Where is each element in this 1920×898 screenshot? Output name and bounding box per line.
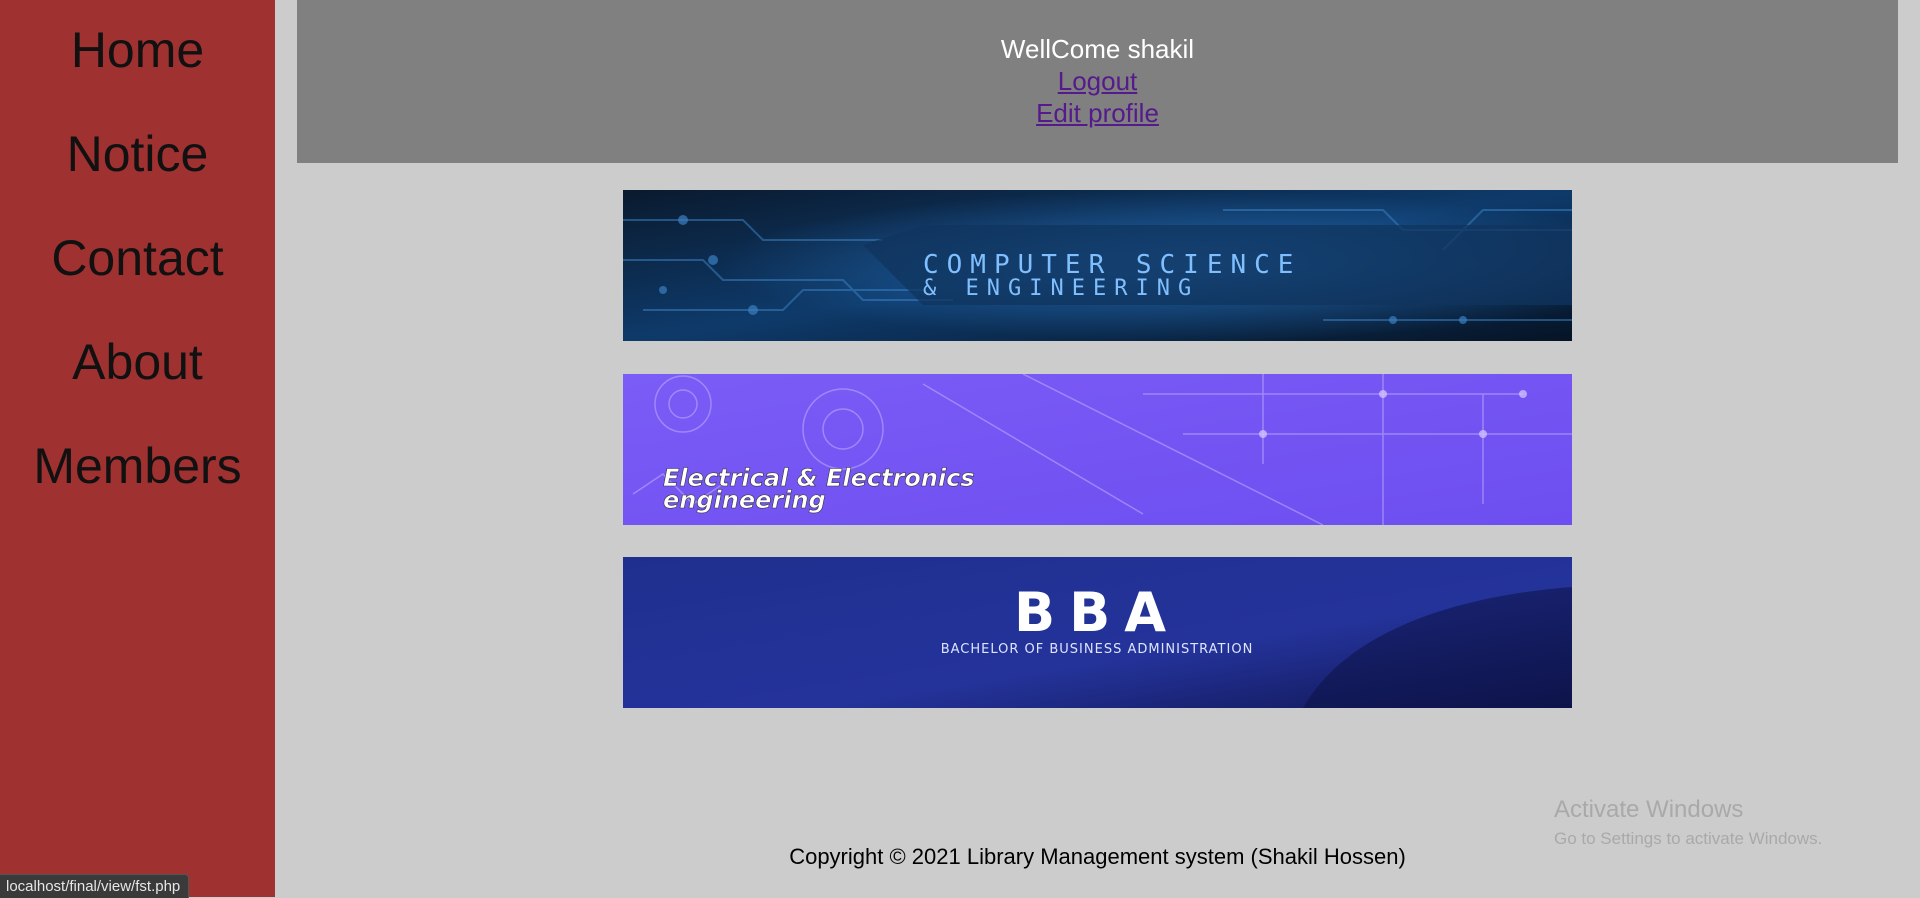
logout-link[interactable]: Logout bbox=[1058, 66, 1138, 96]
welcome-message: WellCome shakil bbox=[1000, 34, 1195, 64]
nav-members-link[interactable]: Members bbox=[0, 436, 275, 496]
edit-profile-link[interactable]: Edit profile bbox=[1036, 98, 1159, 128]
bba-banner-title: BBA bbox=[1014, 581, 1180, 644]
edit-profile-link-wrap: Edit profile bbox=[297, 97, 1898, 129]
footer-copyright: Copyright © 2021 Library Management syst… bbox=[789, 844, 1406, 869]
nav-contact-link[interactable]: Contact bbox=[0, 228, 275, 288]
eee-banner-link[interactable]: Electrical & Electronics engineering bbox=[623, 374, 1572, 525]
eee-banner-image: Electrical & Electronics engineering bbox=[623, 374, 1572, 525]
watermark-title: Activate Windows bbox=[1554, 796, 1744, 823]
windows-activation-watermark: Activate Windows Go to Settings to activ… bbox=[1554, 796, 1822, 850]
nav-about-link[interactable]: About bbox=[0, 332, 275, 392]
logout-link-wrap: Logout bbox=[297, 65, 1898, 97]
page-header: WellCome shakil Logout Edit profile bbox=[297, 0, 1898, 163]
bba-banner-subtitle: BACHELOR OF BUSINESS ADMINISTRATION bbox=[941, 642, 1254, 657]
eee-banner-subtitle: engineering bbox=[663, 486, 826, 514]
cse-banner-image: COMPUTER SCIENCE & ENGINEERING bbox=[623, 190, 1572, 341]
sidebar-nav: Home Notice Contact About Members bbox=[0, 0, 275, 897]
cse-banner-subtitle: & ENGINEERING bbox=[923, 276, 1199, 301]
nav-home-link[interactable]: Home bbox=[0, 20, 275, 80]
bba-banner-image: BBA BACHELOR OF BUSINESS ADMINISTRATION bbox=[623, 557, 1572, 708]
cse-banner-link[interactable]: COMPUTER SCIENCE & ENGINEERING bbox=[623, 190, 1572, 341]
browser-status-url: localhost/final/view/fst.php bbox=[0, 874, 190, 898]
nav-notice-link[interactable]: Notice bbox=[0, 124, 275, 184]
bba-banner-link[interactable]: BBA BACHELOR OF BUSINESS ADMINISTRATION bbox=[623, 557, 1572, 708]
